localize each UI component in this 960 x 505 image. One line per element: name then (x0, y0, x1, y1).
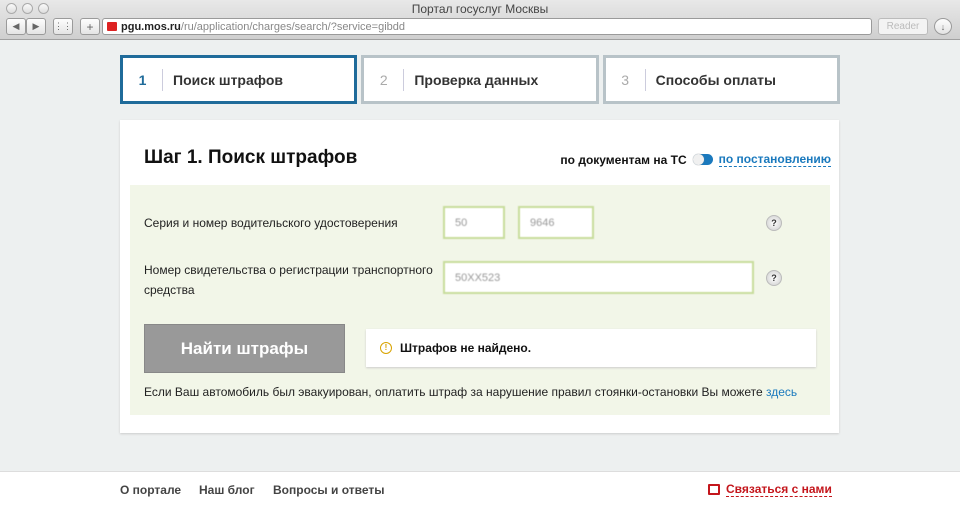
download-icon[interactable]: ↓ (934, 18, 952, 35)
address-bar[interactable]: pgu.mos.ru/ru/application/charges/search… (102, 18, 872, 35)
switch-right-link[interactable]: по постановлению (718, 152, 831, 167)
form-panel: Серия и номер водительского удостоверени… (130, 185, 830, 415)
chat-icon (708, 484, 720, 495)
top-sites-icon[interactable]: ⋮⋮ (53, 18, 73, 35)
add-bookmark-icon[interactable]: + (80, 18, 100, 35)
favicon-icon (107, 22, 117, 31)
note-text: Если Ваш автомобиль был эвакуирован, опл… (144, 385, 766, 399)
switch-left-label: по документам на ТС (560, 152, 687, 167)
url-path: /ru/application/charges/search/?service=… (180, 20, 405, 33)
step-1[interactable]: 1 Поиск штрафов (120, 55, 358, 104)
contact-text: Связаться с нами (726, 482, 832, 497)
help-icon[interactable]: ? (766, 215, 782, 231)
step-label: Способы оплаты (655, 71, 776, 88)
footer-link-faq[interactable]: Вопросы и ответы (273, 483, 384, 497)
url-host: pgu.mos.ru (121, 20, 181, 33)
footer-link-about[interactable]: О портале (120, 483, 181, 497)
reader-button[interactable]: Reader (878, 18, 928, 35)
license-label: Серия и номер водительского удостоверени… (144, 216, 398, 230)
footer-link-blog[interactable]: Наш блог (199, 483, 255, 497)
step-number: 1 (123, 68, 163, 91)
step-3[interactable]: 3 Способы оплаты (602, 55, 840, 104)
step-tabs: 1 Поиск штрафов 2 Проверка данных 3 Способы… (120, 55, 840, 104)
result-message: ! Штрафов не найдено. (366, 329, 816, 367)
help-icon[interactable]: ? (766, 270, 782, 286)
warning-icon: ! (380, 342, 392, 354)
step-label: Поиск штрафов (173, 71, 283, 88)
license-number-input[interactable]: 9646 (518, 206, 594, 239)
browser-chrome: Портал госуслуг Москвы ◀ ▶ ⋮⋮ + pgu.mos.… (0, 0, 960, 40)
result-text: Штрафов не найдено. (400, 341, 532, 355)
evacuation-note: Если Ваш автомобиль был эвакуирован, опл… (144, 385, 797, 399)
footer: О портале Наш блог Вопросы и ответы Связ… (0, 471, 960, 505)
page-title: Шаг 1. Поиск штрафов (144, 147, 358, 168)
here-link[interactable]: здесь (766, 385, 797, 399)
window-title: Портал госуслуг Москвы (411, 2, 549, 16)
back-button[interactable]: ◀ (6, 18, 26, 35)
step-number: 2 (364, 68, 405, 91)
step-number: 3 (606, 68, 646, 91)
search-card: Шаг 1. Поиск штрафов по документам на ТС… (120, 120, 839, 433)
step-2[interactable]: 2 Проверка данных (361, 55, 599, 104)
registration-input[interactable]: 50ХХ523 (443, 261, 754, 294)
search-fines-button[interactable]: Найти штрафы (144, 324, 345, 373)
toggle[interactable] (692, 154, 713, 165)
license-series-input[interactable]: 50 (443, 206, 505, 239)
search-mode-switch[interactable]: по документам на ТС по постановлению (560, 152, 831, 167)
forward-button[interactable]: ▶ (26, 18, 46, 35)
contact-us-link[interactable]: Связаться с нами (708, 482, 832, 497)
registration-label: Номер свидетельства о регистрации трансп… (144, 263, 433, 297)
step-label: Проверка данных (414, 71, 539, 88)
